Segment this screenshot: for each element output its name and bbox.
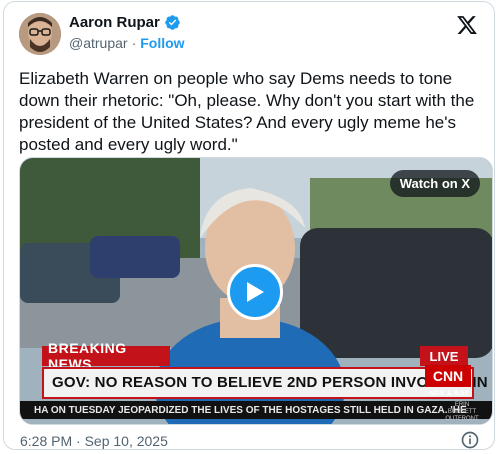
play-icon — [247, 282, 264, 302]
avatar-photo — [19, 13, 61, 55]
watch-on-x-button[interactable]: Watch on X — [389, 170, 480, 197]
play-button[interactable] — [227, 264, 283, 320]
tweet-text: Elizabeth Warren on people who say Dems … — [19, 69, 475, 154]
live-label: LIVE — [420, 346, 468, 366]
author-handle-row: @atrupar · Follow — [69, 35, 185, 51]
author-handle[interactable]: @atrupar — [69, 35, 128, 51]
cnn-logo: CNN — [425, 365, 471, 387]
author-display-name[interactable]: Aaron Rupar — [69, 14, 160, 31]
author-name-row[interactable]: Aaron Rupar — [69, 14, 181, 31]
x-logo-icon[interactable] — [456, 14, 478, 36]
separator-dot: · — [131, 35, 137, 51]
info-icon[interactable] — [460, 430, 480, 450]
tweet-card[interactable]: Aaron Rupar @atrupar · Follow Elizabeth … — [3, 1, 495, 450]
follow-button[interactable]: Follow — [140, 35, 184, 51]
show-name: ERIN BURNETT OUTFRONT — [445, 402, 479, 422]
ticker-text: HA ON TUESDAY JEOPARDIZED THE LIVES OF T… — [34, 404, 467, 416]
breaking-news-label: BREAKING NEWS — [42, 340, 170, 372]
chyron-headline-bar: GOV: NO REASON TO BELIEVE 2ND PERSON INV… — [42, 367, 492, 399]
tweet-timestamp[interactable]: 6:28 PM · Sep 10, 2025 — [20, 433, 168, 449]
market-indicator: NAS ▲ 6.57 — [429, 390, 469, 397]
news-ticker: HA ON TUESDAY JEOPARDIZED THE LIVES OF T… — [20, 401, 492, 419]
verified-badge-icon — [165, 15, 180, 30]
avatar[interactable] — [19, 13, 61, 55]
video-player[interactable]: Watch on X BREAKING NEWS LIVE GOV: NO RE… — [19, 157, 493, 425]
